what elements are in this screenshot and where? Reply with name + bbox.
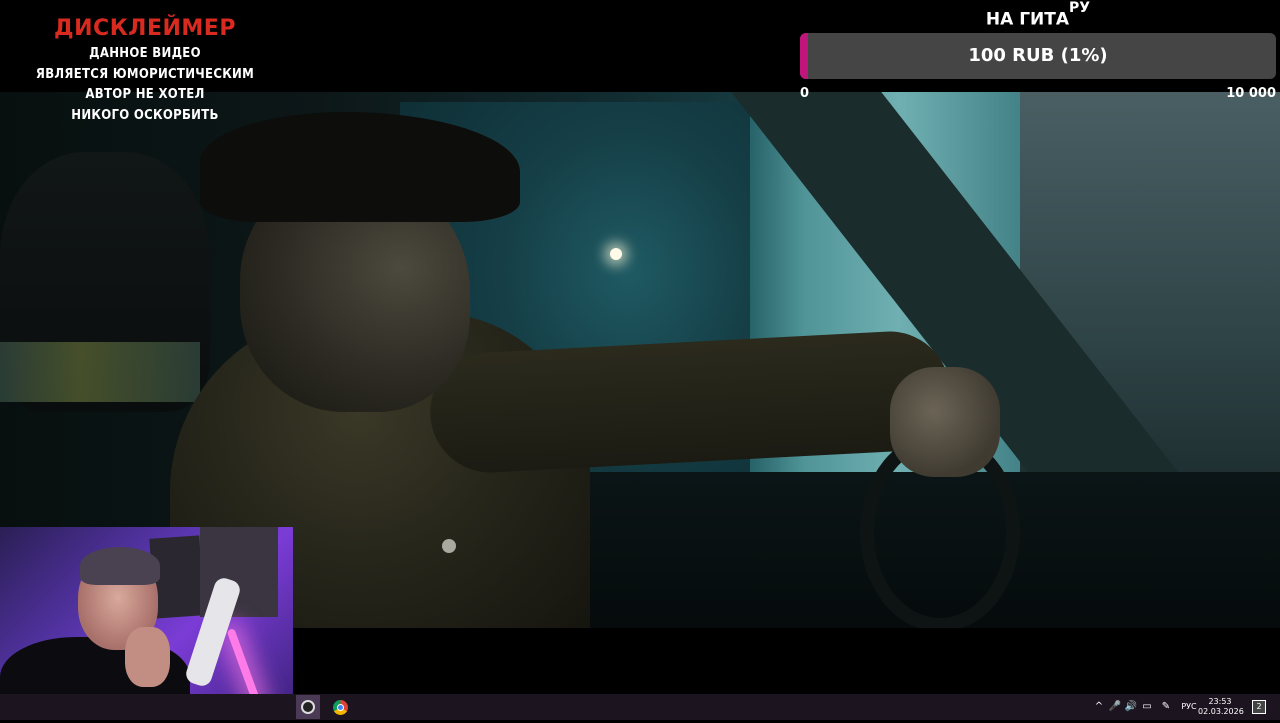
tray-time: 23:53: [1208, 697, 1232, 706]
tray-chevron-icon[interactable]: ^: [1092, 694, 1106, 720]
goal-min-label: 0: [800, 86, 810, 101]
tray-date: 02.03.2026: [1198, 707, 1244, 716]
driver-hand: [890, 367, 1000, 477]
disclaimer-title: ДИСКЛЕЙМЕР: [54, 16, 236, 41]
streamer-hand: [125, 627, 170, 687]
goal-progress-bar: 100 RUB (1%): [800, 33, 1276, 79]
taskbar-app-obs[interactable]: [296, 695, 320, 719]
disclaimer-line: НИКОГО ОСКОРБИТЬ: [71, 107, 219, 123]
disclaimer-overlay: ДИСКЛЕЙМЕР ДАННОЕ ВИДЕО ЯВЛЯЕТСЯ ЮМОРИСТ…: [20, 14, 270, 126]
tray-clock[interactable]: 23:53 02.03.2026: [1198, 697, 1244, 723]
disclaimer-line: ДАННОЕ ВИДЕО: [89, 46, 201, 61]
taskbar-app-chrome[interactable]: [328, 695, 352, 719]
webcam-overlay: [0, 527, 293, 720]
donation-goal-widget: НА ГИТАРУ 100 RUB (1%) 0 10 000: [800, 0, 1280, 101]
tray-mic-icon[interactable]: 🎤: [1108, 694, 1122, 720]
windows-taskbar: ^ 🎤 🔊 ▭ ✎ РУС 23:53 02.03.2026 2: [0, 694, 1280, 720]
notification-icon[interactable]: 2: [1250, 694, 1268, 720]
jacket-button: [442, 539, 456, 553]
goal-title-text: НА ГИТА: [985, 9, 1070, 30]
gas-pump-background: [0, 342, 200, 402]
streamer-hair: [80, 547, 160, 585]
tray-volume-icon[interactable]: 🔊: [1124, 694, 1138, 720]
tray-language[interactable]: РУС: [1178, 694, 1200, 720]
goal-title: НА ГИТАРУ: [800, 0, 1276, 30]
moon: [610, 248, 622, 260]
notification-badge: 2: [1252, 700, 1266, 714]
tray-network-icon[interactable]: ▭: [1140, 694, 1154, 720]
disclaimer-line: АВТОР НЕ ХОТЕЛ: [85, 87, 205, 102]
chrome-icon: [332, 699, 348, 715]
obs-icon: [301, 700, 315, 714]
tray-pen-icon[interactable]: ✎: [1158, 694, 1174, 720]
disclaimer-line: ЯВЛЯЕТСЯ ЮМОРИСТИЧЕСКИМ: [35, 66, 255, 82]
goal-title-sup: РУ: [1069, 0, 1091, 16]
goal-amount: 100 RUB (1%): [968, 45, 1108, 66]
goal-max-label: 10 000: [1226, 86, 1276, 101]
